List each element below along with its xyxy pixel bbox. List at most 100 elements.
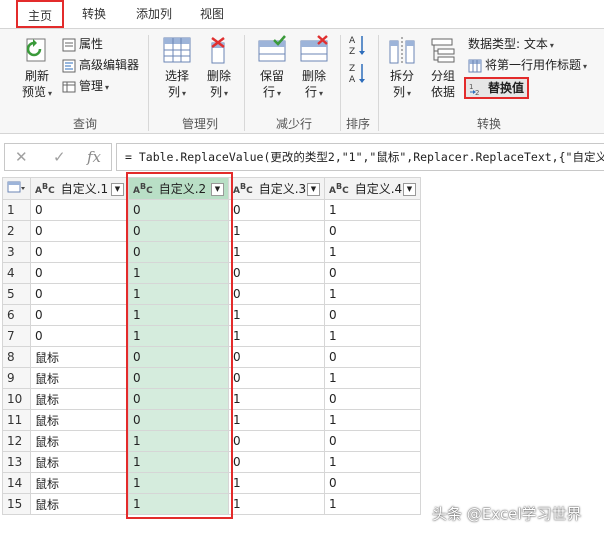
data-type-dropdown[interactable]: 数据类型: 文本 ▾: [468, 35, 554, 53]
table-cell[interactable]: 1: [128, 472, 229, 494]
table-cell[interactable]: 0: [324, 220, 421, 242]
table-row[interactable]: 10 鼠标 0 1 0: [2, 388, 421, 410]
table-row[interactable]: 20010: [2, 220, 421, 242]
table-cell[interactable]: 1: [228, 220, 325, 242]
sort-ascending-button[interactable]: A Z: [344, 33, 370, 61]
advanced-editor-button[interactable]: 高级编辑器: [62, 56, 139, 74]
table-cell[interactable]: 1: [324, 283, 421, 305]
table-cell[interactable]: 1: [324, 199, 421, 221]
table-cell[interactable]: 1: [128, 451, 229, 473]
column-header-custom-4[interactable]: ABC 自定义.4 ▼: [324, 177, 421, 200]
replace-values-button[interactable]: 1 2 替换值: [464, 77, 530, 99]
properties-button[interactable]: 属性: [62, 35, 103, 53]
table-cell[interactable]: 0: [228, 283, 325, 305]
table-cell[interactable]: 0: [30, 283, 129, 305]
table-cell[interactable]: 鼠标: [30, 367, 129, 389]
table-menu-button[interactable]: [2, 177, 31, 200]
table-cell[interactable]: 1: [324, 325, 421, 347]
table-cell[interactable]: 0: [128, 199, 229, 221]
table-cell[interactable]: 0: [128, 346, 229, 368]
table-row[interactable]: 9 鼠标 0 0 1: [2, 367, 421, 389]
tab-add-column[interactable]: 添加列: [128, 0, 180, 28]
table-cell[interactable]: 0: [128, 409, 229, 431]
tab-view[interactable]: 视图: [192, 0, 232, 28]
table-cell[interactable]: 1: [228, 493, 325, 515]
table-cell[interactable]: 0: [228, 346, 325, 368]
table-cell[interactable]: 鼠标: [30, 388, 129, 410]
remove-columns-button[interactable]: 删除列 ▾: [200, 35, 238, 102]
table-cell[interactable]: 1: [324, 241, 421, 263]
table-row[interactable]: 11 鼠标 0 1 1: [2, 409, 421, 431]
table-row[interactable]: 12 鼠标 1 0 0: [2, 430, 421, 452]
manage-button[interactable]: 管理 ▾: [62, 77, 109, 95]
table-cell[interactable]: 1: [128, 283, 229, 305]
table-row[interactable]: 70111: [2, 325, 421, 347]
table-cell[interactable]: 1: [128, 493, 229, 515]
filter-dropdown-icon[interactable]: ▼: [307, 183, 320, 196]
table-cell[interactable]: 1: [228, 325, 325, 347]
table-row[interactable]: 15 鼠标 1 1 1: [2, 493, 421, 515]
table-cell[interactable]: 1: [228, 388, 325, 410]
formula-input[interactable]: = Table.ReplaceValue(更改的类型2,"1","鼠标",Rep…: [116, 143, 604, 171]
table-cell[interactable]: 1: [324, 409, 421, 431]
table-row[interactable]: 10001: [2, 199, 421, 221]
table-cell[interactable]: 0: [324, 388, 421, 410]
table-row[interactable]: 8 鼠标 0 0 0: [2, 346, 421, 368]
table-cell[interactable]: 1: [228, 241, 325, 263]
keep-rows-button[interactable]: 保留行 ▾: [252, 35, 292, 102]
table-row[interactable]: 13 鼠标 1 0 1: [2, 451, 421, 473]
filter-dropdown-icon[interactable]: ▼: [211, 183, 224, 196]
table-cell[interactable]: 1: [228, 472, 325, 494]
table-cell[interactable]: 0: [30, 241, 129, 263]
split-column-button[interactable]: 拆分列 ▾: [384, 35, 420, 102]
table-cell[interactable]: 1: [128, 325, 229, 347]
cancel-icon[interactable]: ✕: [15, 148, 28, 166]
table-cell[interactable]: 鼠标: [30, 493, 129, 515]
table-cell[interactable]: 0: [324, 304, 421, 326]
table-cell[interactable]: 0: [128, 367, 229, 389]
table-cell[interactable]: 1: [324, 493, 421, 515]
table-cell[interactable]: 1: [324, 451, 421, 473]
table-cell[interactable]: 鼠标: [30, 451, 129, 473]
table-cell[interactable]: 0: [128, 388, 229, 410]
tab-transform[interactable]: 转换: [74, 0, 114, 28]
table-cell[interactable]: 0: [30, 325, 129, 347]
table-cell[interactable]: 1: [228, 304, 325, 326]
filter-dropdown-icon[interactable]: ▼: [403, 183, 416, 196]
table-cell[interactable]: 0: [228, 367, 325, 389]
table-cell[interactable]: 鼠标: [30, 472, 129, 494]
fx-icon[interactable]: fx: [87, 148, 101, 166]
tab-home[interactable]: 主页: [16, 0, 64, 28]
table-cell[interactable]: 0: [30, 262, 129, 284]
refresh-preview-button[interactable]: 刷新 预览 ▾: [14, 35, 60, 102]
table-cell[interactable]: 鼠标: [30, 430, 129, 452]
table-cell[interactable]: 1: [228, 409, 325, 431]
table-row[interactable]: 60110: [2, 304, 421, 326]
filter-dropdown-icon[interactable]: ▼: [111, 183, 124, 196]
table-cell[interactable]: 0: [324, 472, 421, 494]
column-header-custom-3[interactable]: ABC 自定义.3 ▼: [228, 177, 325, 200]
column-header-custom-1[interactable]: ABC 自定义.1 ▼: [30, 177, 129, 200]
table-cell[interactable]: 0: [228, 430, 325, 452]
table-cell[interactable]: 0: [30, 199, 129, 221]
table-row[interactable]: 40100: [2, 262, 421, 284]
use-first-row-as-headers-button[interactable]: 将第一行用作标题 ▾: [468, 56, 587, 74]
sort-descending-button[interactable]: Z A: [344, 61, 370, 89]
confirm-icon[interactable]: ✓: [53, 148, 66, 166]
table-cell[interactable]: 0: [324, 346, 421, 368]
table-cell[interactable]: 1: [128, 430, 229, 452]
remove-rows-button[interactable]: 删除行 ▾: [294, 35, 334, 102]
table-cell[interactable]: 1: [128, 304, 229, 326]
table-row[interactable]: 30011: [2, 241, 421, 263]
table-cell[interactable]: 0: [30, 304, 129, 326]
table-cell[interactable]: 0: [324, 262, 421, 284]
column-header-custom-2[interactable]: ABC 自定义.2 ▼: [128, 177, 229, 200]
table-cell[interactable]: 鼠标: [30, 409, 129, 431]
table-cell[interactable]: 0: [228, 451, 325, 473]
table-cell[interactable]: 0: [324, 430, 421, 452]
table-cell[interactable]: 0: [228, 262, 325, 284]
table-cell[interactable]: 1: [128, 262, 229, 284]
table-row[interactable]: 14 鼠标 1 1 0: [2, 472, 421, 494]
table-cell[interactable]: 0: [128, 241, 229, 263]
choose-columns-button[interactable]: 选择列 ▾: [156, 35, 198, 102]
